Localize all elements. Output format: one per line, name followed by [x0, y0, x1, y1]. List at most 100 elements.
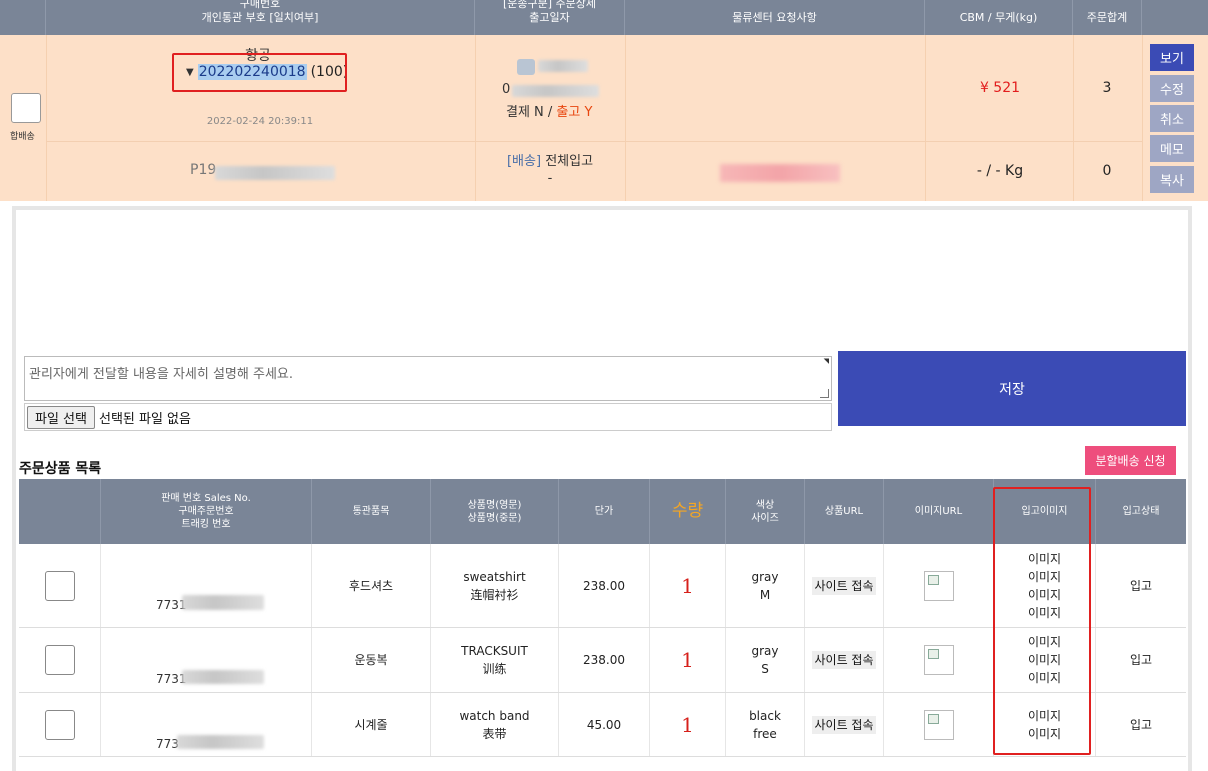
sales-cell: 773 — [101, 693, 312, 756]
row-checkbox[interactable] — [44, 645, 75, 675]
category-cell: 시계줄 — [312, 693, 431, 756]
header-total-col: 주문합계 — [1073, 0, 1142, 35]
color-size-cell: gray S — [726, 628, 805, 692]
broken-image-icon[interactable] — [923, 709, 954, 740]
qty-cell: 1 — [650, 693, 726, 756]
ph-color-label: 색상 — [755, 499, 775, 511]
size-value: S — [761, 662, 769, 676]
name-en: watch band — [459, 708, 530, 723]
ph-url: 상품URL — [805, 479, 884, 544]
redacted-sales-number — [177, 735, 264, 749]
color-size-cell: gray M — [726, 544, 805, 627]
ph-color-size: 색상 사이즈 — [726, 479, 805, 544]
header-request-label: 물류센터 요청사항 — [732, 10, 817, 24]
image-url-cell — [884, 693, 994, 756]
ph-unit-price-label: 단가 — [594, 506, 614, 517]
file-upload-row: 파일 선택 선택된 파일 없음 — [24, 403, 832, 431]
resize-handle-icon[interactable] — [820, 389, 829, 398]
order-qty-total: 3 — [1102, 80, 1112, 96]
ph-size-label: 사이즈 — [751, 512, 779, 524]
split-delivery-button[interactable]: 분할배송 신청 — [1085, 446, 1176, 475]
row-checkbox[interactable] — [44, 709, 75, 740]
pay-status: 결제 N / 출고 Y — [506, 101, 592, 120]
url-cell: 사이트 접속 — [805, 544, 884, 627]
ship-method: [배송] — [506, 154, 542, 169]
ph-sales-line2: 구매주문번호 — [178, 506, 234, 517]
order-qty-zero: 0 — [1102, 163, 1112, 179]
memo-button[interactable]: 메모 — [1150, 135, 1194, 162]
header-cbm-label: CBM / 무게(kg) — [959, 10, 1038, 24]
row-checkbox[interactable] — [44, 570, 75, 601]
row-checkbox-cell — [19, 628, 101, 692]
copy-button[interactable]: 복사 — [1150, 166, 1194, 193]
sales-cell: 7731 — [101, 544, 312, 627]
name-en: TRACKSUIT — [461, 644, 528, 658]
redacted-customs-code — [215, 166, 335, 180]
merge-label: 합배송 — [10, 132, 35, 142]
in-status-cell: 입고 — [1129, 717, 1153, 732]
save-button[interactable]: 저장 — [838, 351, 1186, 426]
in-status-cell: 입고 — [1129, 578, 1153, 593]
header-order-line2: 개인통관 부호 [일치여부] — [201, 10, 319, 24]
highlight-box-in-image — [993, 487, 1091, 755]
image-url-cell — [884, 628, 994, 692]
name-cn: 表带 — [482, 726, 507, 741]
header-member-line1: [운송구분] 주문상세 — [502, 0, 597, 10]
customs-code-prefix: P19 — [190, 162, 217, 178]
header-cbm-col: CBM / 무게(kg) — [925, 0, 1073, 35]
size-value: M — [759, 587, 771, 602]
color-size-cell: black free — [726, 693, 805, 756]
product-list-title: 주문상품 목록 — [19, 461, 102, 477]
cancel-button[interactable]: 취소 — [1150, 105, 1194, 132]
pay-label: 결제 N / — [506, 105, 557, 120]
corner-triangle-icon: ◥ — [823, 357, 829, 365]
order-price: ¥ 521 — [979, 80, 1021, 96]
row-checkbox-cell — [19, 693, 101, 756]
view-button[interactable]: 보기 — [1150, 44, 1194, 71]
ph-image-url: 이미지URL — [884, 479, 994, 544]
broken-image-icon[interactable] — [923, 570, 954, 601]
ph-category: 통관품목 — [312, 479, 431, 544]
edit-button[interactable]: 수정 — [1150, 75, 1194, 102]
header-request-col: 물류센터 요청사항 — [625, 0, 925, 35]
broken-image-icon[interactable] — [923, 645, 954, 675]
ph-url-label: 상품URL — [824, 506, 864, 517]
name-cell: watch band 表带 — [431, 693, 559, 756]
site-link[interactable]: 사이트 접속 — [812, 576, 876, 595]
ph-category-label: 통관품목 — [352, 506, 390, 517]
redacted-sales-number — [182, 595, 264, 610]
site-link[interactable]: 사이트 접속 — [812, 651, 876, 669]
site-link[interactable]: 사이트 접속 — [812, 715, 876, 734]
header-checkbox-col — [0, 0, 46, 35]
ph-sales-line1: 판매 번호 Sales No. — [161, 493, 251, 504]
ph-name: 상품명(영문) 상품명(중문) — [431, 479, 559, 544]
unit-price-cell: 45.00 — [559, 693, 650, 756]
ph-unit-price: 단가 — [559, 479, 650, 544]
merge-checkbox[interactable] — [11, 93, 41, 123]
ph-image-url-label: 이미지URL — [914, 506, 963, 517]
order-date: 2022-02-24 20:39:11 — [206, 116, 314, 127]
sales-number: 773 — [156, 737, 179, 751]
memo-textarea[interactable]: 관리자에게 전달할 내용을 자세히 설명해 주세요. ◥ — [24, 356, 832, 401]
header-total-label: 주문합계 — [1086, 10, 1128, 24]
size-value: free — [753, 726, 777, 741]
ph-sales-line3: 트래킹 번호 — [181, 519, 231, 530]
qty-cell: 1 — [650, 628, 726, 692]
qty-cell: 1 — [650, 544, 726, 627]
header-order-col: 구매번호 개인통관 부호 [일치여부] — [46, 0, 475, 35]
qty-value: 1 — [681, 712, 694, 737]
qty-value: 1 — [681, 648, 694, 672]
url-cell: 사이트 접속 — [805, 693, 884, 756]
name-cn: 连帽衬衫 — [470, 587, 519, 602]
color-value: gray — [751, 644, 779, 658]
name-cell: TRACKSUIT 训练 — [431, 628, 559, 692]
ship-info: [배송] 전체입고 - — [505, 153, 595, 187]
ph-name-line1: 상품명(영문) — [467, 499, 522, 511]
image-url-cell — [884, 544, 994, 627]
category-cell: 후드셔츠 — [312, 544, 431, 627]
file-select-button[interactable]: 파일 선택 — [27, 405, 95, 429]
in-status-cell: 입고 — [1129, 653, 1153, 667]
sales-cell: 7731 — [101, 628, 312, 692]
unit-price-cell: 238.00 — [559, 628, 650, 692]
release-label: 출고 Y — [556, 105, 593, 120]
